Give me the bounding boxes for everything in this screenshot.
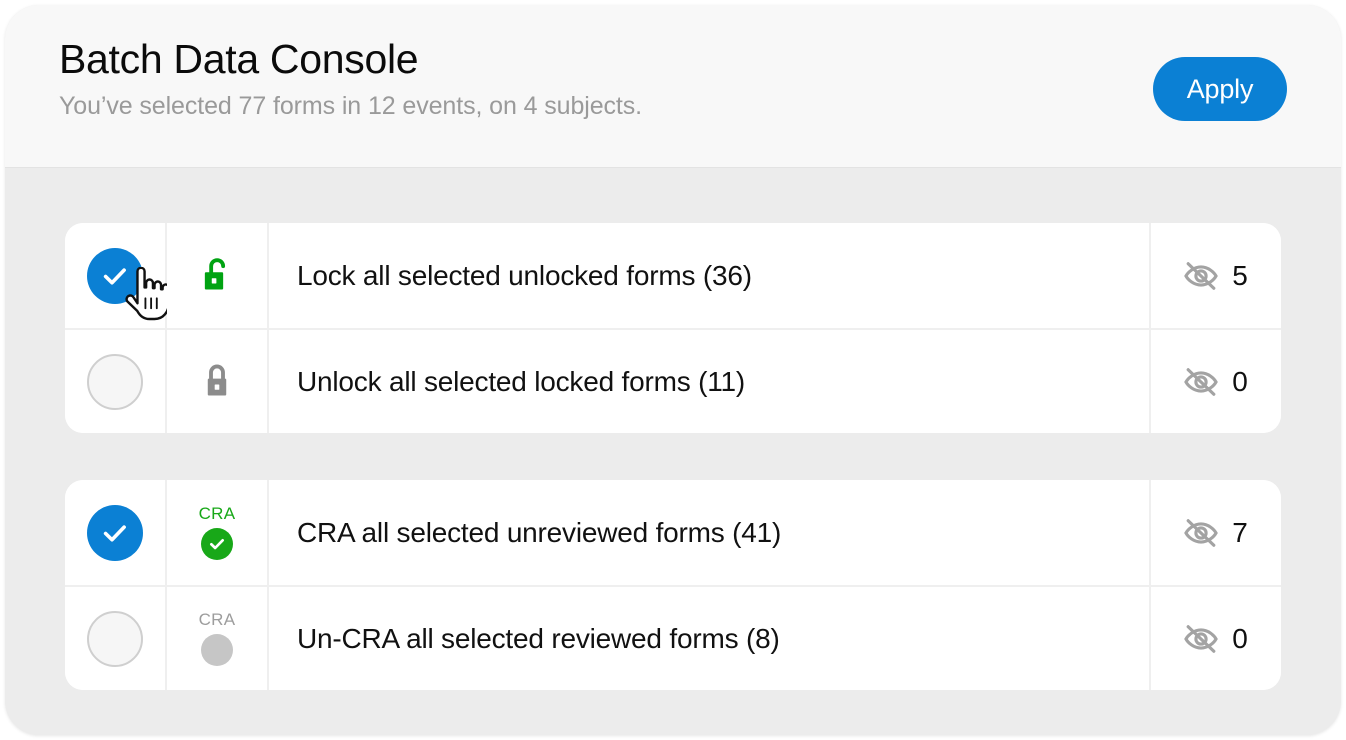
row-label: Unlock all selected locked forms (11)	[297, 365, 746, 397]
header-titles: Batch Data Console You’ve selected 77 fo…	[59, 36, 643, 121]
row-hidden-count-cell: 7	[1149, 480, 1281, 585]
row-hidden-count-cell: 0	[1149, 587, 1281, 690]
row-select-cell[interactable]	[65, 587, 165, 690]
lock-action-group: Lock all selected unlocked forms (36) 5	[65, 223, 1281, 433]
selection-summary: You’ve selected 77 forms in 12 events, o…	[59, 91, 643, 120]
hidden-count: 7	[1232, 516, 1248, 548]
eye-off-icon	[1184, 518, 1219, 547]
hidden-count: 5	[1232, 259, 1248, 291]
hidden-count: 0	[1232, 622, 1248, 654]
dialog-header: Batch Data Console You’ve selected 77 fo…	[5, 5, 1341, 168]
row-select-cell[interactable]	[65, 223, 167, 328]
check-circle-filled-icon[interactable]	[87, 504, 143, 561]
cra-label: CRA	[198, 504, 236, 523]
row-select-cell[interactable]	[65, 480, 165, 585]
table-row[interactable]: Lock all selected unlocked forms (36) 5	[65, 223, 1281, 328]
table-row[interactable]: Unlock all selected locked forms (11) 0	[65, 328, 1281, 433]
eye-off-icon	[1184, 367, 1219, 396]
cra-action-group: CRA CRA all selected unreviewed forms (4…	[65, 480, 1281, 690]
row-status-cell: CRA	[165, 587, 269, 690]
row-status-cell	[165, 223, 269, 328]
cra-label: CRA	[198, 610, 236, 629]
row-status-cell: CRA	[165, 480, 269, 585]
lock-icon	[207, 364, 227, 396]
eye-off-icon	[1184, 261, 1219, 290]
hidden-count: 0	[1232, 365, 1248, 397]
eye-off-icon	[1184, 624, 1219, 653]
circle-empty-icon[interactable]	[87, 353, 143, 410]
row-hidden-count-cell: 0	[1149, 330, 1281, 433]
circle-empty-icon[interactable]	[87, 610, 143, 667]
row-select-cell[interactable]	[65, 330, 165, 433]
page-title: Batch Data Console	[59, 36, 419, 82]
cra-unreviewed-icon	[201, 634, 233, 666]
apply-button[interactable]: Apply	[1153, 57, 1287, 121]
check-circle-filled-icon[interactable]	[87, 247, 143, 304]
table-row[interactable]: CRA Un-CRA all selected reviewed forms (…	[65, 585, 1281, 690]
table-row[interactable]: CRA CRA all selected unreviewed forms (4…	[65, 480, 1281, 585]
actions-body: Lock all selected unlocked forms (36) 5	[5, 168, 1341, 734]
unlock-icon	[204, 257, 226, 290]
row-label: CRA all selected unreviewed forms (41)	[297, 516, 782, 548]
batch-data-console-card: Batch Data Console You’ve selected 77 fo…	[5, 5, 1341, 735]
row-label: Lock all selected unlocked forms (36)	[297, 259, 752, 291]
row-status-cell	[165, 330, 269, 433]
row-label: Un-CRA all selected reviewed forms (8)	[297, 622, 780, 654]
cra-reviewed-icon	[201, 528, 233, 560]
row-hidden-count-cell: 5	[1149, 223, 1281, 328]
